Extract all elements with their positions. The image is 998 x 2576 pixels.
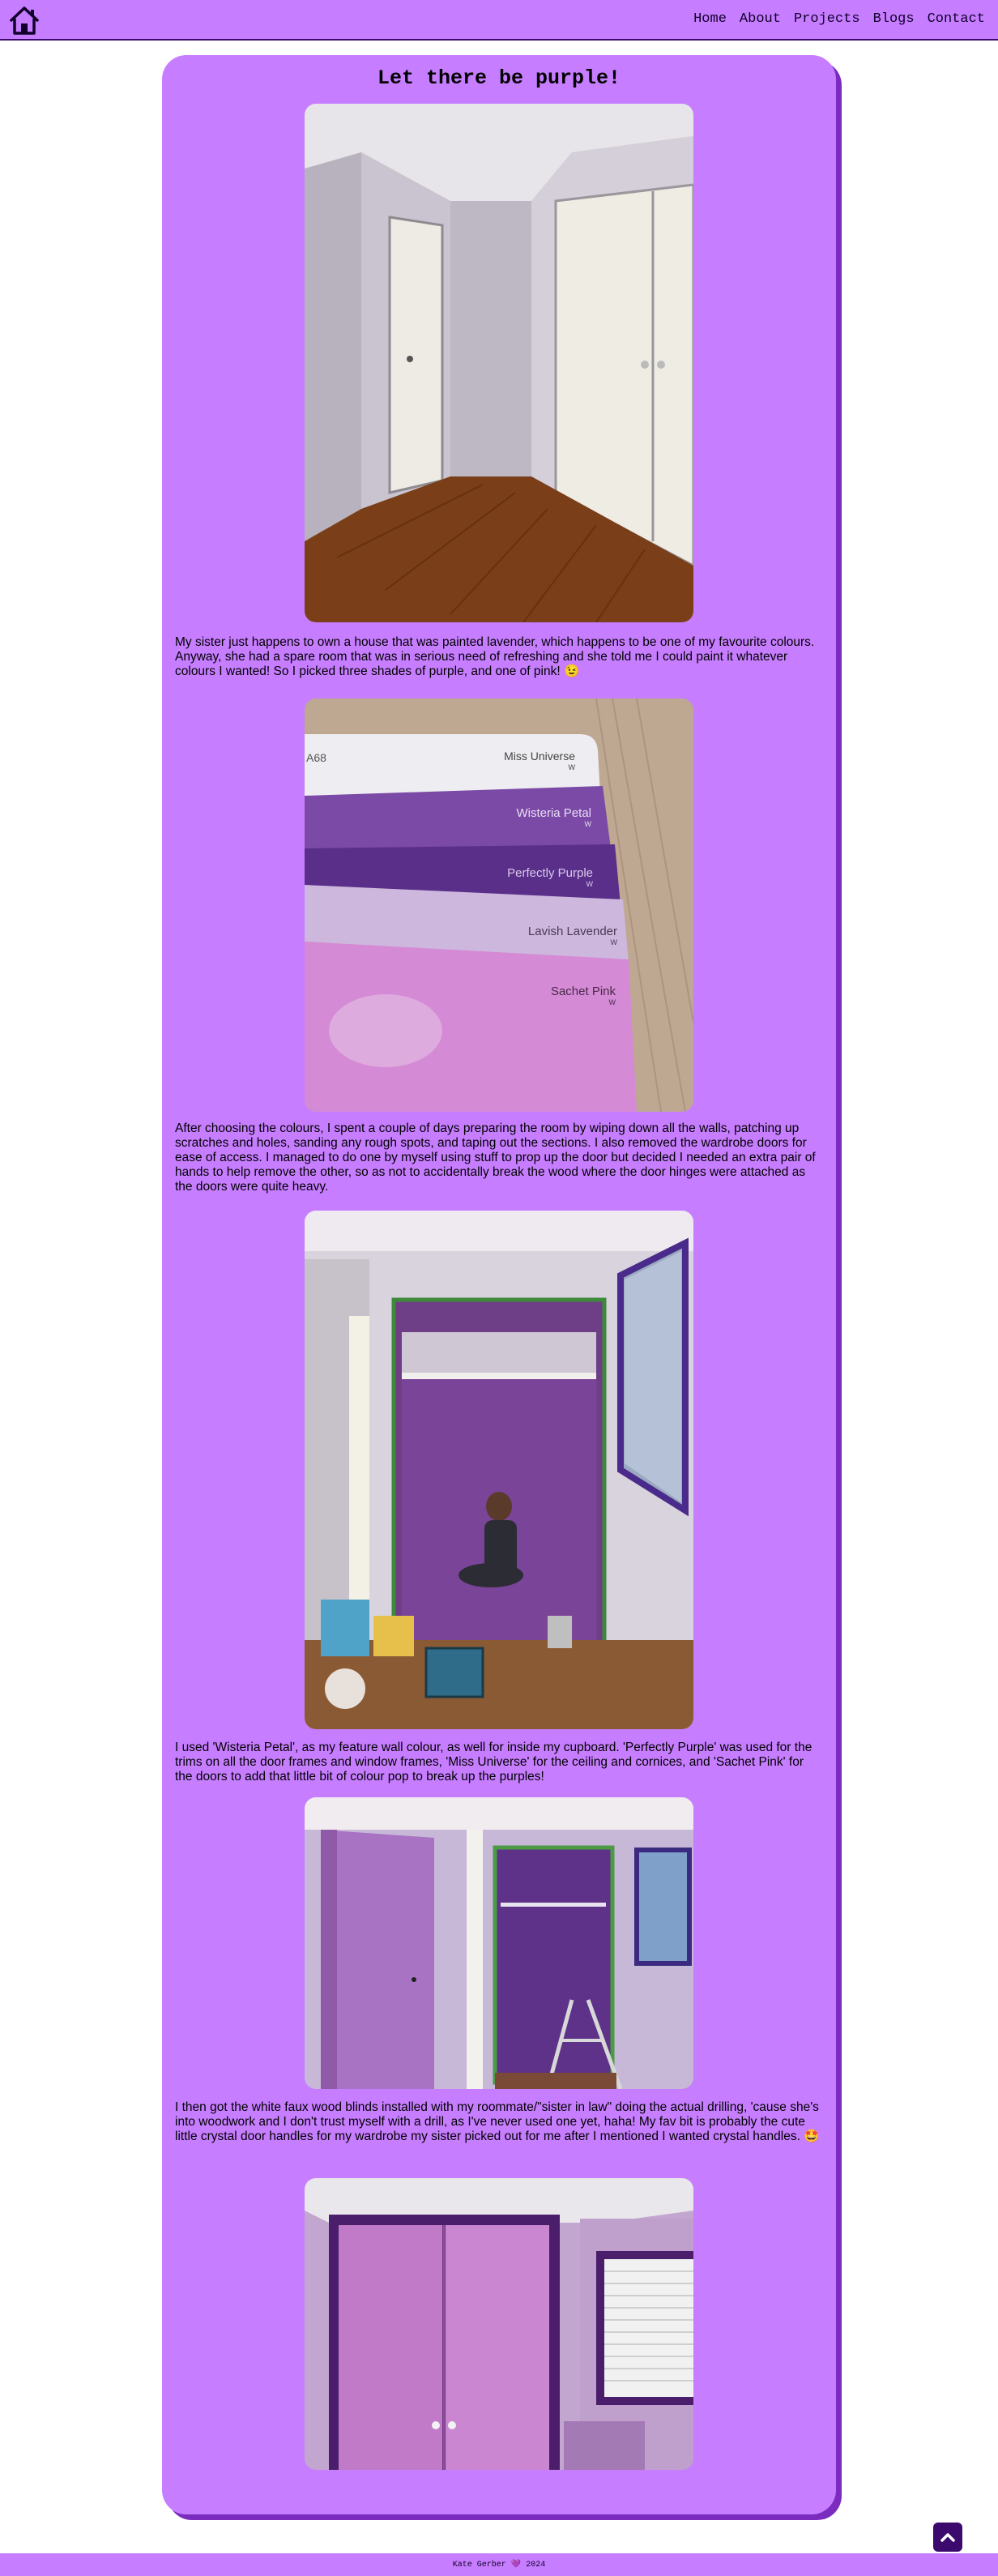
swatch-suffix: W <box>569 763 576 771</box>
swatch-suffix: W <box>611 938 618 946</box>
post-title: Let there be purple! <box>377 66 621 90</box>
nav-about[interactable]: About <box>740 11 781 27</box>
footer-name: Kate Gerber <box>452 2560 506 2570</box>
site-footer: Kate Gerber 💜 2024 <box>0 2553 998 2576</box>
main-nav: Home About Projects Blogs Contact <box>693 11 985 27</box>
photo-finished-wardrobe <box>305 2178 693 2470</box>
purple-heart-icon: 💜 <box>510 2561 522 2570</box>
swatch-sachet-pink: Sachet Pink <box>551 985 616 998</box>
house-icon <box>10 6 39 35</box>
photo-paint-swatches: A68 Miss Universe Wisteria Petal Perfect… <box>305 698 693 1112</box>
swatch-suffix: W <box>585 820 592 828</box>
swatch-suffix: W <box>586 880 594 888</box>
nav-home[interactable]: Home <box>693 11 727 27</box>
nav-projects[interactable]: Projects <box>794 11 860 27</box>
swatch-perfectly-purple: Perfectly Purple <box>507 866 593 880</box>
home-link[interactable] <box>8 5 41 36</box>
blog-post-card: Let there be purple! My sister just happ… <box>162 55 836 2514</box>
nav-blogs[interactable]: Blogs <box>873 11 915 27</box>
site-header: Home About Projects Blogs Contact <box>0 0 998 41</box>
paragraph-colours: I used 'Wisteria Petal', as my feature w… <box>175 1741 812 1784</box>
swatch-lavish-lavender: Lavish Lavender <box>528 925 617 938</box>
swatch-miss-universe: Miss Universe <box>504 750 575 763</box>
photo-painted-walls <box>305 1797 693 2089</box>
nav-contact[interactable]: Contact <box>928 11 985 27</box>
paragraph-blinds: I then got the white faux wood blinds in… <box>175 2100 820 2143</box>
photo-painting-cupboard <box>305 1211 693 1729</box>
swatch-code: A68 <box>306 751 326 764</box>
photo-room-before <box>305 104 693 622</box>
paragraph-preparation: After choosing the colours, I spent a co… <box>175 1121 816 1194</box>
chevron-up-icon <box>940 2533 955 2542</box>
swatch-wisteria-petal: Wisteria Petal <box>516 806 591 820</box>
paragraph-intro: My sister just happens to own a house th… <box>175 635 815 678</box>
back-to-top-button[interactable] <box>933 2523 962 2552</box>
swatch-suffix: W <box>609 998 616 1006</box>
footer-year: 2024 <box>526 2560 546 2570</box>
